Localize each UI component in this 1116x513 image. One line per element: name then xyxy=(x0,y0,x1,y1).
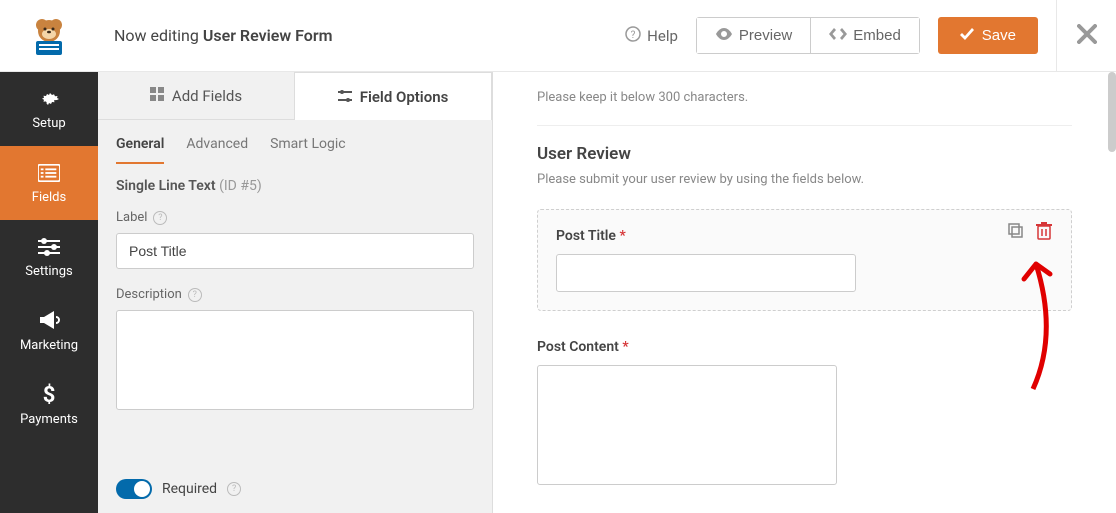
sliders-icon xyxy=(38,236,60,258)
sidebar-item-fields[interactable]: Fields xyxy=(0,146,98,220)
tab-label: Add Fields xyxy=(172,87,242,105)
subtab-advanced[interactable]: Advanced xyxy=(186,136,248,164)
dollar-icon: $ xyxy=(38,384,60,406)
title-name: User Review Form xyxy=(203,26,333,45)
divider xyxy=(537,125,1072,126)
bullhorn-icon xyxy=(38,310,60,332)
sidebar-item-label: Settings xyxy=(25,264,72,279)
required-indicator: * xyxy=(619,228,625,244)
page-title: Now editing User Review Form xyxy=(98,26,625,45)
scrollbar-thumb[interactable] xyxy=(1108,72,1116,152)
field-id: (ID #5) xyxy=(219,178,262,194)
tab-label: Field Options xyxy=(360,88,449,106)
duplicate-button[interactable] xyxy=(1007,224,1025,242)
save-button[interactable]: Save xyxy=(938,17,1038,54)
sidebar-item-label: Setup xyxy=(32,116,65,131)
tab-field-options[interactable]: Field Options xyxy=(294,72,492,120)
list-icon xyxy=(38,162,60,184)
help-icon: ? xyxy=(625,26,641,46)
grid-icon xyxy=(150,87,164,105)
tab-add-fields[interactable]: Add Fields xyxy=(98,72,294,120)
main-nav: Setup Fields Settings Marketing $ Paymen… xyxy=(0,72,98,513)
description-input[interactable] xyxy=(116,310,474,410)
required-toggle[interactable] xyxy=(116,479,152,499)
description-label: Description xyxy=(116,287,182,302)
preview-field-input[interactable] xyxy=(556,254,856,292)
preview-button[interactable]: Preview xyxy=(697,18,811,53)
preview-field[interactable]: Post Content * xyxy=(537,339,1072,489)
embed-button[interactable]: Embed xyxy=(811,18,919,53)
preview-field-textarea[interactable] xyxy=(537,365,837,485)
svg-text:$: $ xyxy=(43,383,56,407)
help-link[interactable]: ? Help xyxy=(625,26,678,46)
close-icon xyxy=(1077,24,1097,48)
sidebar-item-label: Payments xyxy=(20,412,78,427)
app-logo xyxy=(0,15,98,57)
help-label: Help xyxy=(647,27,678,45)
delete-button[interactable] xyxy=(1035,224,1053,242)
sidebar-item-setup[interactable]: Setup xyxy=(0,72,98,146)
sidebar-item-settings[interactable]: Settings xyxy=(0,220,98,294)
preview-label: Preview xyxy=(739,27,792,44)
close-button[interactable] xyxy=(1056,0,1116,72)
check-icon xyxy=(960,27,974,44)
form-preview: Please keep it below 300 characters. Use… xyxy=(493,72,1116,513)
trash-icon xyxy=(1036,222,1052,244)
section-desc: Please submit your user review by using … xyxy=(537,172,1072,187)
help-icon[interactable]: ? xyxy=(153,211,167,225)
preview-field-selected[interactable]: Post Title * xyxy=(537,209,1072,311)
preview-field-label: Post Content * xyxy=(537,339,1072,355)
section-title: User Review xyxy=(537,144,1072,164)
options-icon xyxy=(338,88,352,106)
subtab-smart-logic[interactable]: Smart Logic xyxy=(270,136,345,164)
label-input[interactable] xyxy=(116,233,474,269)
code-icon xyxy=(829,27,847,44)
eye-icon xyxy=(715,27,733,44)
subtab-general[interactable]: General xyxy=(116,136,164,164)
field-type-name: Single Line Text xyxy=(116,178,216,194)
char-limit-note: Please keep it below 300 characters. xyxy=(537,90,1072,105)
copy-icon xyxy=(1008,223,1024,243)
label-label: Label xyxy=(116,210,147,225)
help-icon[interactable]: ? xyxy=(227,482,241,496)
save-label: Save xyxy=(982,27,1016,44)
preview-field-label: Post Title * xyxy=(556,228,1053,244)
sidebar-item-label: Fields xyxy=(32,190,66,205)
sidebar-item-payments[interactable]: $ Payments xyxy=(0,368,98,442)
gear-icon xyxy=(38,88,60,110)
help-icon[interactable]: ? xyxy=(188,288,202,302)
svg-text:?: ? xyxy=(631,30,636,41)
embed-label: Embed xyxy=(853,27,901,44)
field-type-header: Single Line Text (ID #5) xyxy=(116,178,474,194)
sidebar-item-marketing[interactable]: Marketing xyxy=(0,294,98,368)
required-label: Required xyxy=(162,481,217,497)
title-prefix: Now editing xyxy=(114,26,199,45)
sidebar-item-label: Marketing xyxy=(20,338,78,353)
required-indicator: * xyxy=(622,339,628,355)
